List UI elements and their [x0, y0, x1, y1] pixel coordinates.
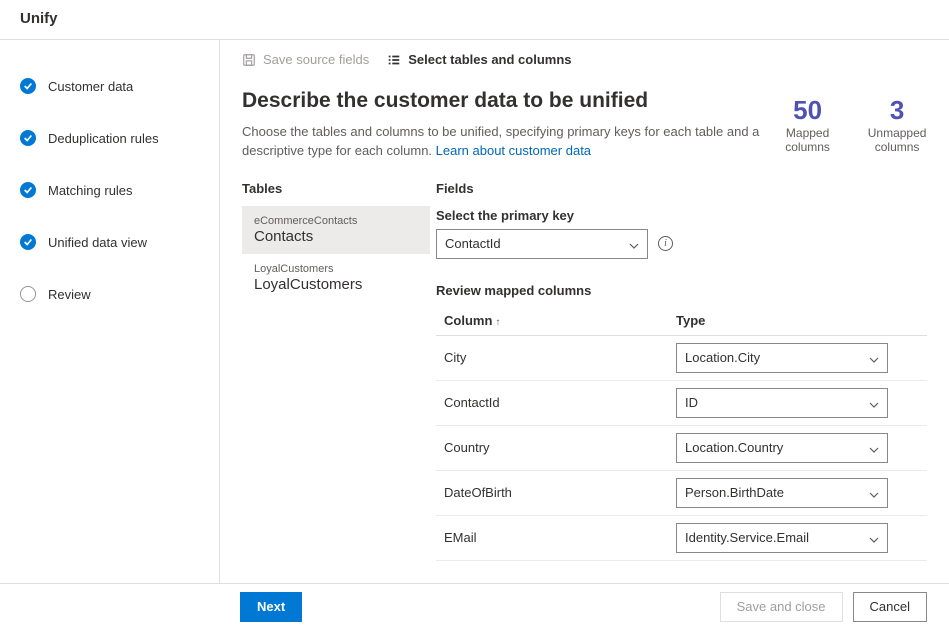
info-icon[interactable]: i [658, 236, 673, 251]
stat-unmapped: 3 Unmapped columns [867, 95, 927, 161]
tab-save-source-fields: Save source fields [242, 52, 369, 67]
hero-desc: Choose the tables and columns to be unif… [242, 123, 762, 161]
primary-key-select[interactable]: ContactId [436, 229, 648, 259]
table-source: LoyalCustomers [254, 263, 418, 275]
column-name: City [436, 350, 666, 365]
save-icon [242, 53, 256, 67]
step-label: Review [48, 287, 91, 302]
select-value: ID [685, 395, 698, 410]
page-title: Unify [0, 0, 949, 40]
stats: 50 Mapped columns 3 Unmapped columns [782, 89, 927, 161]
check-icon [20, 78, 36, 94]
stat-mapped: 50 Mapped columns [782, 95, 833, 161]
chevron-down-icon [629, 239, 639, 249]
column-name: DateOfBirth [436, 485, 666, 500]
chevron-down-icon [869, 398, 879, 408]
type-select[interactable]: Location.City [676, 343, 888, 373]
check-icon [20, 182, 36, 198]
check-icon [20, 234, 36, 250]
column-name: Country [436, 440, 666, 455]
hero: Describe the customer data to be unified… [220, 75, 949, 167]
stat-label: Unmapped columns [867, 126, 927, 154]
next-button[interactable]: Next [240, 592, 302, 622]
tables-heading: Tables [242, 181, 436, 206]
wizard-step-3[interactable]: Unified data view [20, 234, 219, 250]
column-row: Country Location.Country [436, 426, 927, 471]
column-name: EMail [436, 530, 666, 545]
table-name: LoyalCustomers [254, 276, 418, 293]
chevron-down-icon [869, 533, 879, 543]
step-label: Customer data [48, 79, 133, 94]
select-value: ContactId [445, 236, 501, 251]
step-label: Deduplication rules [48, 131, 159, 146]
select-value: Person.BirthDate [685, 485, 784, 500]
type-select[interactable]: Person.BirthDate [676, 478, 888, 508]
type-select[interactable]: Identity.Service.Email [676, 523, 888, 553]
stat-value: 3 [867, 95, 927, 126]
step-label: Matching rules [48, 183, 133, 198]
fields-heading: Fields [436, 181, 927, 206]
column-header-name[interactable]: Column↑ [436, 313, 666, 328]
circle-icon [20, 286, 36, 302]
type-select[interactable]: ID [676, 388, 888, 418]
main-pane: Save source fields Select tables and col… [220, 40, 949, 585]
top-tabs: Save source fields Select tables and col… [220, 40, 949, 75]
wizard-step-1[interactable]: Deduplication rules [20, 130, 219, 146]
review-mapped-heading: Review mapped columns [436, 283, 927, 298]
table-item-0[interactable]: eCommerceContactsContacts [242, 206, 430, 254]
table-name: Contacts [254, 228, 418, 245]
sort-asc-icon: ↑ [495, 317, 500, 328]
tab-label: Save source fields [263, 52, 369, 67]
step-label: Unified data view [48, 235, 147, 250]
column-row: EMail Identity.Service.Email [436, 516, 927, 561]
wizard-step-2[interactable]: Matching rules [20, 182, 219, 198]
wizard-step-4[interactable]: Review [20, 286, 219, 302]
list-icon [387, 53, 401, 67]
footer: Next Save and close Cancel [0, 583, 949, 629]
select-value: Location.Country [685, 440, 783, 455]
select-value: Location.City [685, 350, 760, 365]
learn-link[interactable]: Learn about customer data [436, 143, 591, 158]
table-source: eCommerceContacts [254, 215, 418, 227]
column-row: DateOfBirth Person.BirthDate [436, 471, 927, 516]
column-row: ContactId ID [436, 381, 927, 426]
chevron-down-icon [869, 488, 879, 498]
hero-title: Describe the customer data to be unified [242, 89, 762, 113]
column-name: ContactId [436, 395, 666, 410]
tab-label: Select tables and columns [408, 52, 571, 67]
cancel-button[interactable]: Cancel [853, 592, 927, 622]
pk-label: Select the primary key [436, 208, 927, 223]
stat-value: 50 [782, 95, 833, 126]
stat-label: Mapped columns [782, 126, 833, 154]
column-row: City Location.City [436, 336, 927, 381]
select-value: Identity.Service.Email [685, 530, 809, 545]
save-and-close-button: Save and close [720, 592, 843, 622]
check-icon [20, 130, 36, 146]
wizard-sidebar: Customer data Deduplication rules Matching… [0, 40, 220, 585]
table-item-1[interactable]: LoyalCustomersLoyalCustomers [242, 254, 430, 302]
chevron-down-icon [869, 443, 879, 453]
columns-header: Column↑ Type [436, 306, 927, 336]
wizard-step-0[interactable]: Customer data [20, 78, 219, 94]
chevron-down-icon [869, 353, 879, 363]
tab-select-tables[interactable]: Select tables and columns [387, 52, 571, 67]
column-header-type[interactable]: Type [676, 313, 927, 328]
type-select[interactable]: Location.Country [676, 433, 888, 463]
